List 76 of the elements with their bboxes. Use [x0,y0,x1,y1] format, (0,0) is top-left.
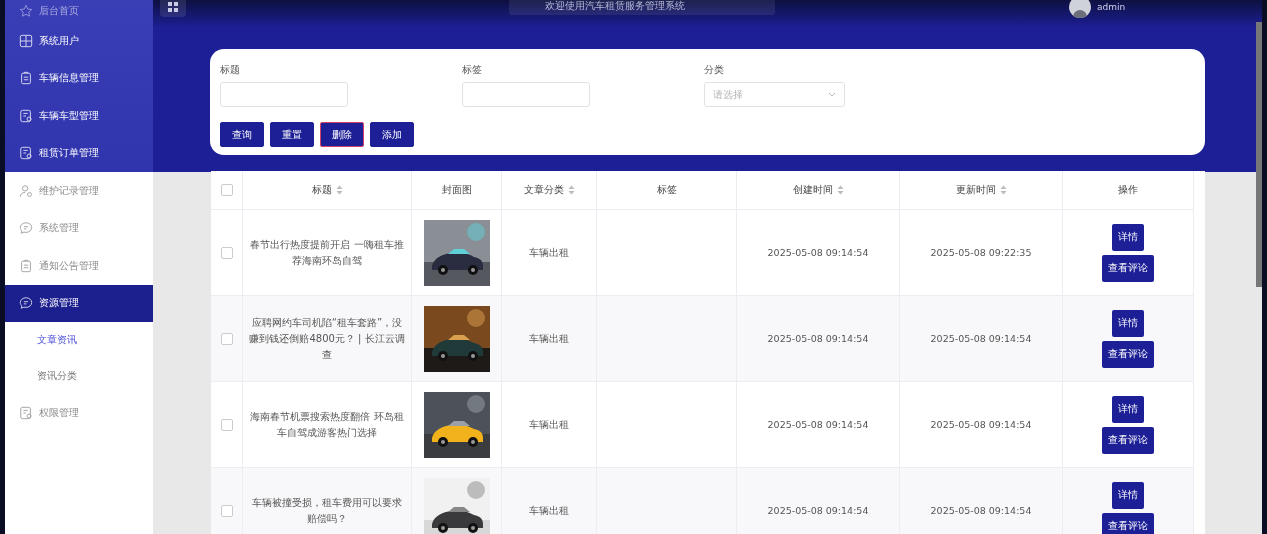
row-button[interactable]: 查看评论 [1102,254,1154,282]
row-button[interactable]: 查看评论 [1102,426,1154,454]
column-header: 操作 [1118,183,1138,197]
sidebar-item[interactable]: 系统用户 [5,22,153,60]
row-button[interactable]: 详情 [1112,223,1144,251]
sidebar-item[interactable]: 车辆信息管理 [5,59,153,97]
row-button[interactable]: 详情 [1112,309,1144,337]
field-label: 分类 [704,63,725,77]
submenu-item[interactable]: 文章资讯 [5,322,153,358]
sidebar-item[interactable]: 车辆车型管理 [5,97,153,135]
sort-icon[interactable] [836,185,844,195]
column-header: 创建时间 [792,183,833,197]
table-cell-text: 海南春节机票搜索热度翻倍 环岛租车自驾成游客热门选择 [249,409,405,440]
checkbox[interactable] [220,332,233,345]
grid-icon [19,33,33,48]
sidebar-item[interactable]: 维护记录管理 [5,172,153,210]
table-cell-text: 车辆出租 [529,417,569,432]
table-cell-text: 车辆出租 [529,503,569,518]
document-icon [19,146,33,161]
sort-icon[interactable] [999,185,1007,195]
user-icon [19,183,33,198]
table-cell-text: 车辆被撞受损，租车费用可以要求赔偿吗？ [251,495,403,526]
table-cell-text: 2025-05-08 09:14:54 [930,417,1032,432]
column-header: 文章分类 [523,183,564,197]
sidebar-item[interactable]: 系统管理 [5,209,153,247]
table-cell-text: 2025-05-08 09:22:35 [930,245,1032,260]
table-cell-text: 车辆出租 [529,331,569,346]
input-field[interactable] [462,82,590,107]
sort-icon[interactable] [567,185,575,195]
sidebar-item[interactable]: 权限管理 [5,394,153,432]
row-button[interactable]: 详情 [1112,395,1144,423]
table-cell-text: 春节出行热度提前开启 一嗨租车推荐海南环岛自驾 [249,237,405,268]
table-cell-text: 2025-05-08 09:14:54 [930,503,1032,518]
document-icon [19,108,33,123]
column-header: 标题 [311,183,332,197]
input-field[interactable] [220,82,348,107]
sidebar-item[interactable]: 资源管理 [5,284,153,322]
welcome-banner: 欢迎使用汽车租赁服务管理系统 [509,0,775,15]
row-button[interactable]: 详情 [1112,481,1144,509]
sidebar-item[interactable]: 租赁订单管理 [5,134,153,172]
table-cell-text: 2025-05-08 09:14:54 [767,417,869,432]
sidebar-item[interactable]: 后台首页 [5,0,153,22]
row-button[interactable]: 查看评论 [1102,340,1154,368]
table-cell-text: 2025-05-08 09:14:54 [767,503,869,518]
chat-icon [19,296,33,311]
avatar-icon[interactable] [1069,0,1091,18]
caret-icon [828,92,836,97]
checkbox[interactable] [220,184,233,196]
menu-icon[interactable] [160,0,186,17]
document-icon [19,405,33,420]
table-cell-text: 应聘网约车司机陷“租车套路”，没赚到钱还倒赔4800元？ | 长江云调查 [249,315,405,362]
sidebar-item[interactable]: 通知公告管理 [5,247,153,285]
clipboard-icon [19,71,33,86]
clipboard-icon [19,258,33,273]
star-icon [19,4,33,18]
field-label: 标签 [462,63,483,77]
table-cell-text: 2025-05-08 09:14:54 [767,245,869,260]
table-cell-text: 2025-05-08 09:14:54 [930,331,1032,346]
table-cell-text: 2025-05-08 09:14:54 [767,331,869,346]
column-header: 更新时间 [955,183,996,197]
column-header: 封面图 [441,183,472,197]
row-button[interactable]: 查看评论 [1102,512,1154,534]
action-button[interactable]: 查询 [220,122,264,147]
checkbox[interactable] [220,504,233,517]
submenu-item[interactable]: 资讯分类 [5,358,153,394]
checkbox[interactable] [220,418,233,431]
field-label: 标题 [220,63,241,77]
action-button[interactable]: 重置 [270,122,314,147]
action-button[interactable]: 删除 [320,122,364,147]
column-header: 标签 [656,183,677,197]
table-cell-text: 车辆出租 [529,245,569,260]
checkbox[interactable] [220,246,233,259]
chat-icon [19,221,33,236]
action-button[interactable]: 添加 [370,122,414,147]
sort-icon[interactable] [335,185,343,195]
username[interactable]: admin [1097,2,1126,12]
